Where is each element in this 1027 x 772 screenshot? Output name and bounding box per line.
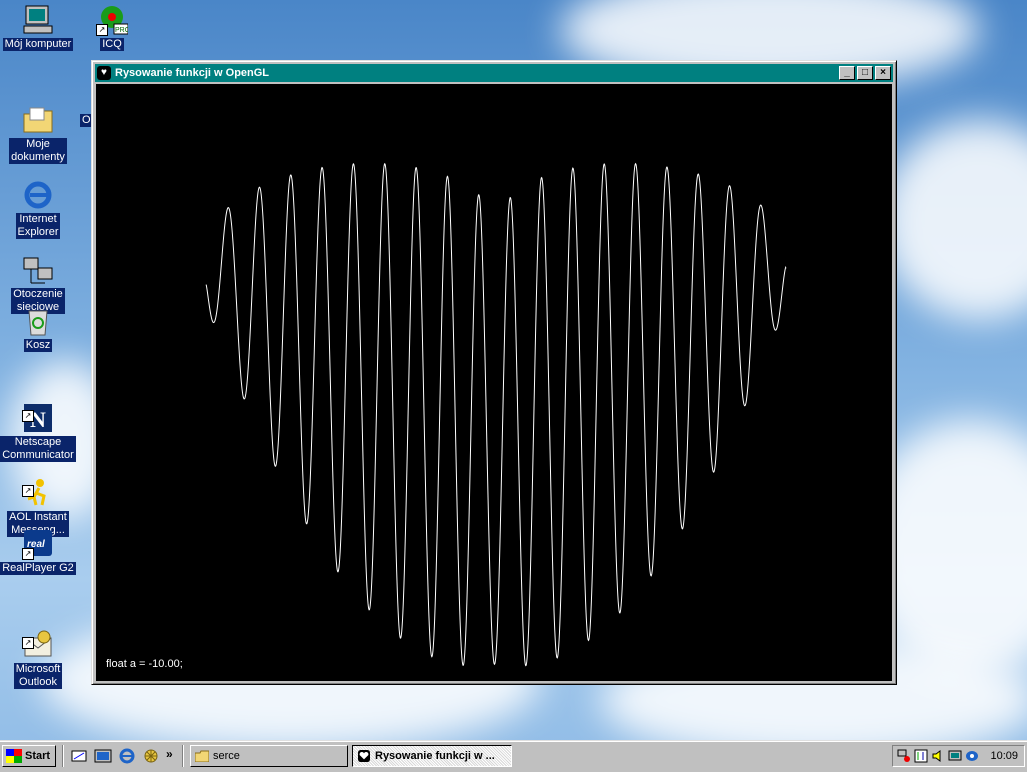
canvas-parameter-text: float a = -10.00; [106, 658, 183, 670]
computer-icon [22, 4, 54, 36]
taskbar-separator [62, 745, 64, 767]
network-icon [22, 242, 54, 284]
quick-launch-channel-icon[interactable] [94, 747, 112, 765]
shortcut-arrow-icon: ↗ [22, 548, 34, 560]
network-tray-icon[interactable] [897, 749, 911, 763]
volume-icon[interactable] [931, 749, 945, 763]
heart-app-icon [358, 750, 370, 762]
heart-app-icon: ♥ [97, 66, 111, 80]
desktop-icon-my-computer[interactable]: Mój komputer [0, 4, 76, 51]
task-label: serce [213, 750, 240, 762]
shortcut-arrow-icon: ↗ [22, 637, 34, 649]
desktop-icon-icq[interactable]: PRO ↗ ICQ [74, 4, 150, 51]
desktop-icon-label: Kosz [23, 339, 53, 352]
svg-text:PRO: PRO [115, 27, 128, 34]
clock[interactable]: 10:09 [990, 750, 1018, 762]
aol-running-man-icon: ↗ [22, 465, 54, 506]
quick-launch-more-chevron[interactable]: » [166, 747, 173, 761]
desktop-icon-recycle-bin[interactable]: Kosz [0, 305, 76, 352]
desktop-icon-network-neighborhood[interactable]: Otoczenie sieciowe [0, 230, 76, 314]
taskbar-separator [182, 745, 184, 767]
desktop-icon-internet-explorer[interactable]: Internet Explorer [0, 155, 76, 239]
icq-flower-icon: PRO ↗ [96, 4, 131, 36]
desktop-icon-my-documents[interactable]: Moje dokumenty [0, 80, 76, 164]
shortcut-arrow-icon: ↗ [96, 24, 108, 36]
heart-sine-curve [205, 162, 787, 667]
desktop-icon-label: Microsoft Outlook [13, 663, 63, 689]
desktop-icon-label: RealPlayer G2 [0, 562, 76, 575]
quick-launch-ie-icon[interactable] [118, 747, 136, 765]
taskbar-task-serce[interactable]: serce [190, 745, 348, 767]
windows-logo-icon [6, 749, 22, 763]
netscape-icon: N ↗ [22, 390, 54, 432]
minimize-button[interactable]: _ [839, 66, 855, 80]
outlook-envelope-icon: ↗ [22, 617, 54, 657]
quick-launch-outlook-icon[interactable] [142, 747, 160, 765]
desktop-icon-aol-im[interactable]: ↗ AOL Instant Messeng... [0, 453, 76, 537]
taskbar-task-opengl[interactable]: Rysowanie funkcji w ... [352, 745, 512, 767]
desktop-icon-label: ICQ [100, 38, 124, 51]
start-button[interactable]: Start [2, 745, 56, 767]
function-plot [205, 162, 787, 667]
opengl-canvas[interactable]: float a = -10.00; [96, 84, 892, 681]
show-desktop-icon[interactable] [70, 747, 88, 765]
internet-explorer-icon [22, 167, 54, 209]
taskbar: Start » serce Rysowanie funkcji w ... 10… [0, 740, 1027, 772]
display-tray-icon[interactable] [948, 749, 962, 763]
desktop-icon-outlook[interactable]: ↗ Microsoft Outlook [0, 605, 76, 689]
shortcut-arrow-icon: ↗ [22, 485, 34, 497]
opengl-window: ♥ Rysowanie funkcji w OpenGL _ □ × float… [91, 60, 897, 685]
close-button[interactable]: × [875, 66, 891, 80]
desktop-icon-label: Mój komputer [2, 38, 74, 51]
folder-icon [22, 92, 54, 133]
window-title: Rysowanie funkcji w OpenGL [115, 67, 270, 79]
system-tray: 10:09 [892, 745, 1025, 767]
window-titlebar[interactable]: ♥ Rysowanie funkcji w OpenGL _ □ × [95, 64, 893, 82]
task-label: Rysowanie funkcji w ... [375, 750, 495, 762]
desktop-icon-realplayer[interactable]: real ↗ RealPlayer G2 [0, 528, 76, 575]
folder-icon [195, 750, 209, 762]
recycle-bin-icon [22, 305, 54, 337]
desktop: Mój komputer PRO ↗ ICQ Moje dokumenty O … [0, 0, 1027, 740]
messenger-tray-icon[interactable] [965, 749, 979, 763]
task-scheduler-tray-icon[interactable] [914, 749, 928, 763]
shortcut-arrow-icon: ↗ [22, 410, 34, 422]
start-label: Start [25, 750, 51, 762]
desktop-icon-netscape[interactable]: N ↗ Netscape Communicator [0, 378, 76, 462]
maximize-button[interactable]: □ [857, 66, 873, 80]
realplayer-icon: real ↗ [22, 528, 54, 560]
